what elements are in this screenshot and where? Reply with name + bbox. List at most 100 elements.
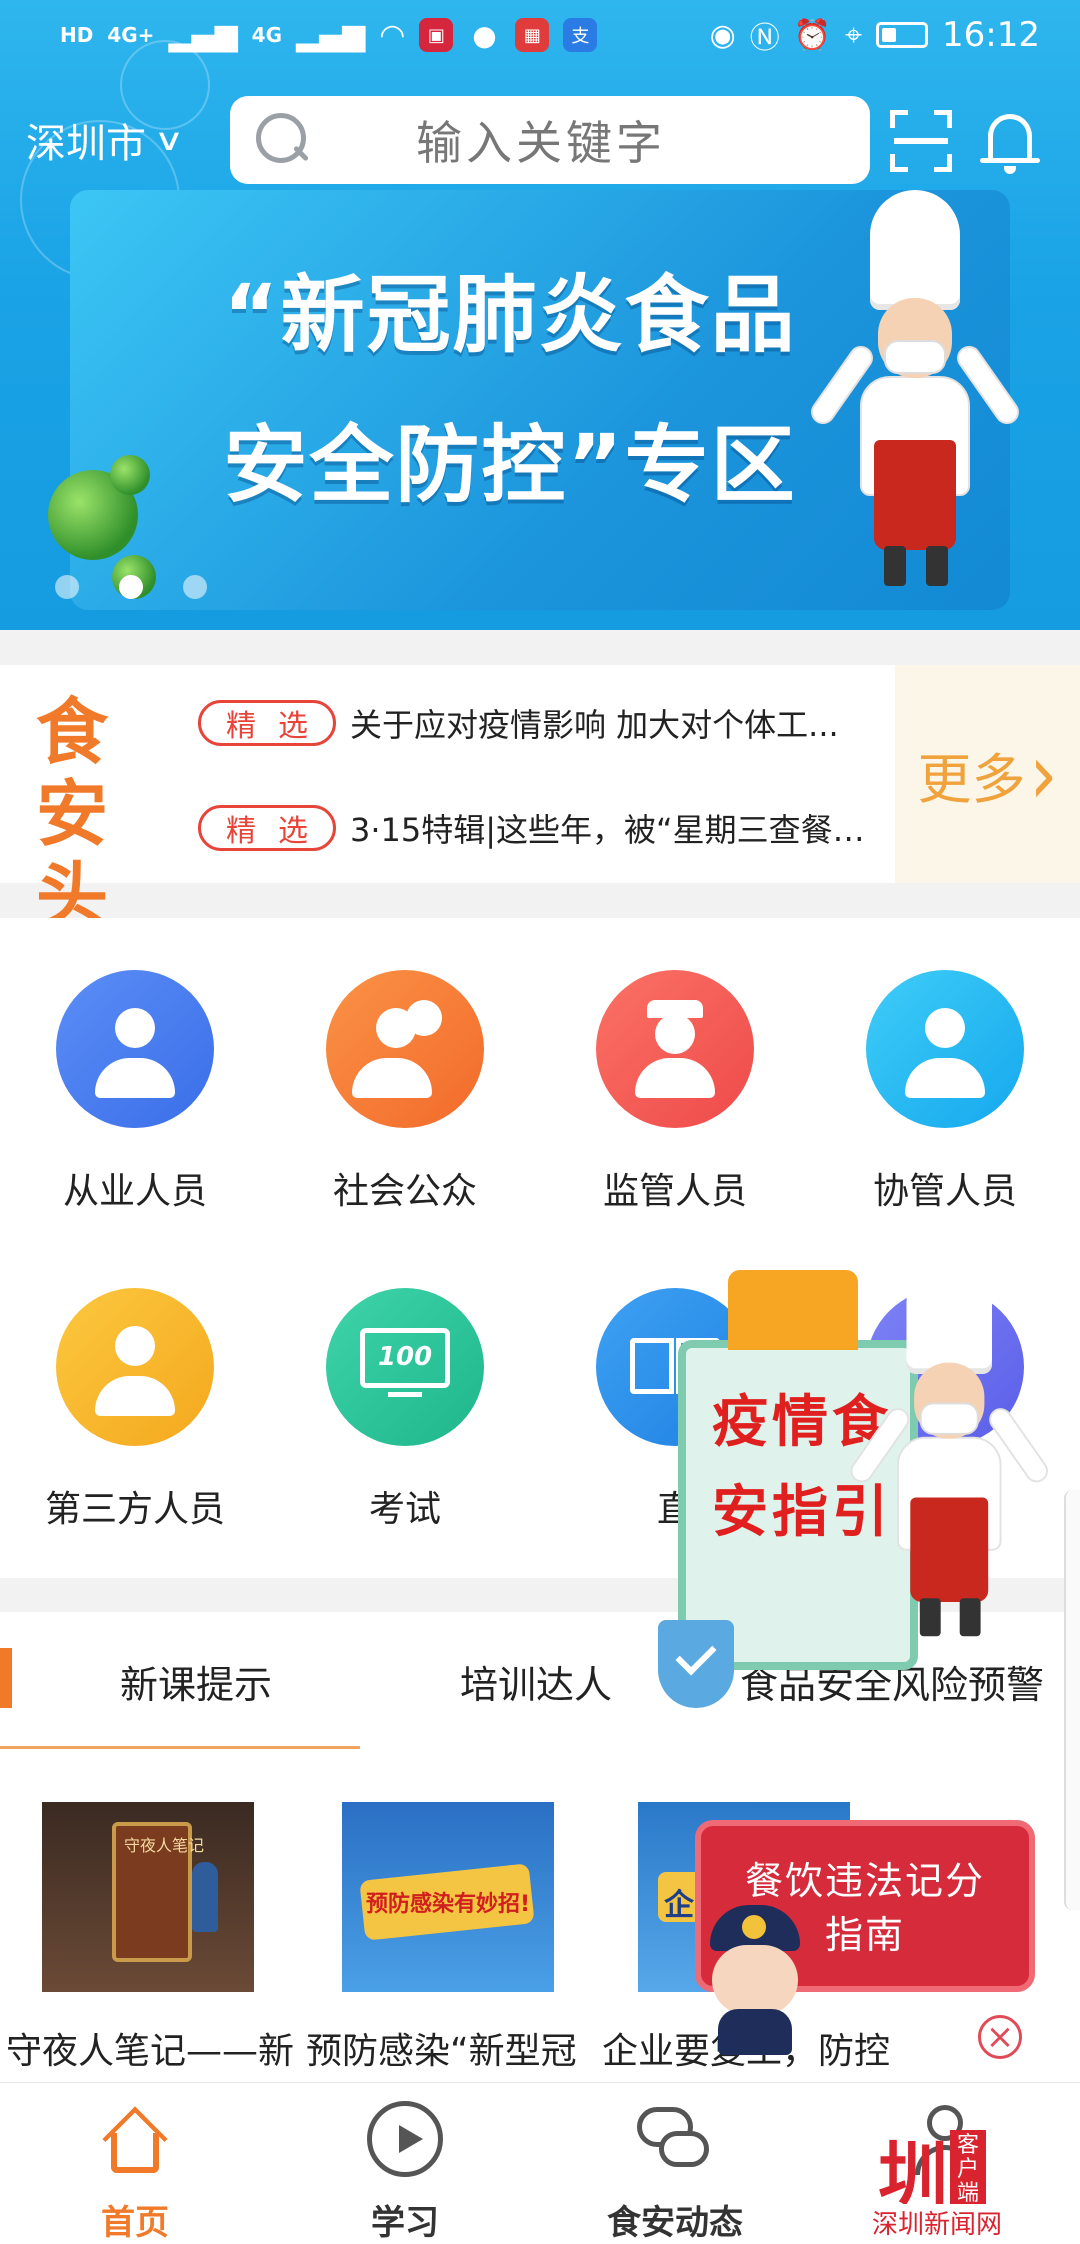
nav-study[interactable]: 学习: [270, 2083, 540, 2244]
role-label: 协管人员: [872, 1171, 1017, 1212]
watermark-side: 客户端: [950, 2130, 986, 2210]
course-title: 预防感染“新型冠: [306, 2031, 577, 2072]
person-icon: [56, 970, 214, 1128]
status-bar: HD 4G+ ▂▄▆ 4G ▂▄▆ ◠ ▣ ● ▦ 支 ◉ Ⓝ ⏰ ⌖ 16:1…: [0, 0, 1080, 70]
exam-badge: 100: [360, 1328, 450, 1388]
featured-badge: 精 选: [198, 700, 336, 746]
epidemic-guide-float[interactable]: 疫情食 安指引: [658, 1260, 1053, 1730]
chevron-right-icon: ›: [1029, 724, 1058, 824]
signal-label: 4G: [251, 23, 282, 47]
bell-icon[interactable]: [978, 106, 1042, 176]
banner-title-line2: 安全防控”专区: [223, 416, 797, 514]
headline-item[interactable]: 精 选 3·15特辑|这些年，被“星期三查餐厅...: [198, 798, 898, 858]
battery-icon: [876, 22, 929, 48]
badge-char: 精: [226, 814, 256, 849]
nav-home[interactable]: 首页: [0, 2083, 270, 2244]
thumbnail-caption: 守夜人笔记: [124, 1836, 205, 1855]
signal-label: 4G+: [107, 23, 155, 47]
watermark-logo: 圳 客户端 深圳新闻网: [872, 2130, 1003, 2241]
city-name: 深圳市: [26, 121, 146, 167]
role-label: 监管人员: [602, 1171, 747, 1212]
course-card[interactable]: 守夜人笔记 守夜人笔记——新: [6, 1802, 306, 2074]
chevron-down-icon: ∨: [153, 122, 185, 158]
course-title: 守夜人笔记——新: [6, 2031, 295, 2072]
city-selector[interactable]: 深圳市 ∨: [26, 111, 184, 169]
headline-item[interactable]: 精 选 关于应对疫情影响 加大对个体工...: [198, 693, 898, 753]
signal-icon: ▂▄▆: [296, 17, 366, 53]
search-input[interactable]: 输入关键字: [230, 96, 870, 184]
shield-check-icon: [658, 1620, 734, 1708]
course-card[interactable]: 预防感染有妙招! 预防感染“新型冠: [306, 1802, 606, 2074]
scan-icon[interactable]: [890, 110, 952, 172]
law-card-line1: 餐饮违法记分: [744, 1859, 985, 1903]
active-tab-underline: [0, 1746, 360, 1749]
banner-title: “新冠肺炎食品 安全防控”专区: [200, 260, 820, 520]
nav-label: 首页: [101, 2203, 169, 2243]
role-label: 从业人员: [62, 1171, 207, 1212]
badge-char: 选: [278, 709, 308, 744]
clock: 16:12: [942, 15, 1040, 55]
headline-text: 3·15特辑|这些年，被“星期三查餐厅...: [350, 811, 890, 849]
eye-icon: ◉: [709, 17, 736, 53]
role-assistant[interactable]: 协管人员: [810, 970, 1080, 1214]
signal-icon: ▂▄▆: [168, 17, 238, 53]
calendar-app-icon: ▦: [515, 18, 550, 52]
role-label: 社会公众: [332, 1171, 477, 1212]
location-icon: ⌖: [845, 17, 863, 53]
nfc-icon: Ⓝ: [749, 21, 780, 56]
clipboard-clip: [728, 1270, 858, 1350]
more-button[interactable]: 更多 ›: [895, 665, 1080, 883]
tab-indicator: [0, 1648, 12, 1708]
watermark-text: 深圳新闻网: [872, 2204, 1003, 2241]
course-thumbnail: 预防感染有妙招!: [342, 1802, 554, 1992]
thumbnail-caption: 预防感染有妙招!: [366, 1892, 531, 1917]
badge-char: 选: [278, 814, 308, 849]
pagination-dot[interactable]: [55, 575, 79, 599]
headline-text: 关于应对疫情影响 加大对个体工...: [350, 706, 839, 744]
food-safety-headlines: 食安 头条 精 选 关于应对疫情影响 加大对个体工... 精 选 3·15特辑|…: [0, 665, 1080, 1019]
guide-text-line2: 安指引: [712, 1480, 892, 1545]
headlines-logo-line1: 食安: [36, 690, 111, 856]
role-public[interactable]: 社会公众: [270, 970, 540, 1214]
role-third-party[interactable]: 第三方人员: [0, 1288, 270, 1532]
assistant-icon: [866, 970, 1024, 1128]
role-supervisor[interactable]: 监管人员: [540, 970, 810, 1214]
edge-handle[interactable]: [1064, 1490, 1080, 1910]
search-icon: [246, 105, 316, 175]
nav-news[interactable]: 食安动态: [540, 2083, 810, 2244]
featured-badge: 精 选: [198, 805, 336, 851]
role-label: 第三方人员: [44, 1489, 225, 1530]
hero-banner[interactable]: “新冠肺炎食品 安全防控”专区 HD 4G+ ▂▄▆ 4G ▂▄▆ ◠ ▣ ● …: [0, 0, 1080, 630]
officer-mascot: [690, 1905, 820, 2055]
chef-illustration: [846, 1260, 1053, 1640]
alarm-icon: ⏰: [793, 17, 832, 53]
alipay-app-icon: 支: [563, 18, 598, 52]
banner-pagination: [55, 575, 207, 599]
close-icon[interactable]: ×: [978, 2015, 1022, 2059]
home-icon: [97, 2101, 173, 2177]
tab-new-courses[interactable]: 新课提示: [120, 1654, 272, 1709]
wifi-icon: ◠: [379, 17, 406, 53]
role-employee[interactable]: 从业人员: [0, 970, 270, 1214]
pagination-dot[interactable]: [119, 575, 143, 599]
pagination-dot[interactable]: [183, 575, 207, 599]
tab-training-masters[interactable]: 培训达人: [460, 1654, 612, 1709]
search-placeholder: 输入关键字: [416, 116, 666, 170]
people-icon: [326, 970, 484, 1128]
banner-title-line1: “新冠肺炎食品: [223, 266, 797, 364]
badge-char: 精: [226, 709, 256, 744]
play-icon: [367, 2101, 443, 2177]
role-exam[interactable]: 100 考试: [270, 1288, 540, 1532]
virus-icon: [110, 455, 150, 495]
role-label: 考试: [368, 1489, 441, 1530]
more-label: 更多: [917, 747, 1026, 811]
chat-app-icon: ●: [472, 18, 497, 52]
course-thumbnail: 守夜人笔记: [42, 1802, 254, 1992]
top-bar: 深圳市 ∨ 输入关键字: [0, 90, 1080, 190]
nav-label: 学习: [371, 2203, 439, 2243]
exam-icon: 100: [326, 1288, 484, 1446]
officer-icon: [596, 970, 754, 1128]
nav-label: 食安动态: [607, 2203, 743, 2243]
chef-illustration: [806, 190, 1024, 590]
news-app-icon: ▣: [419, 18, 454, 52]
